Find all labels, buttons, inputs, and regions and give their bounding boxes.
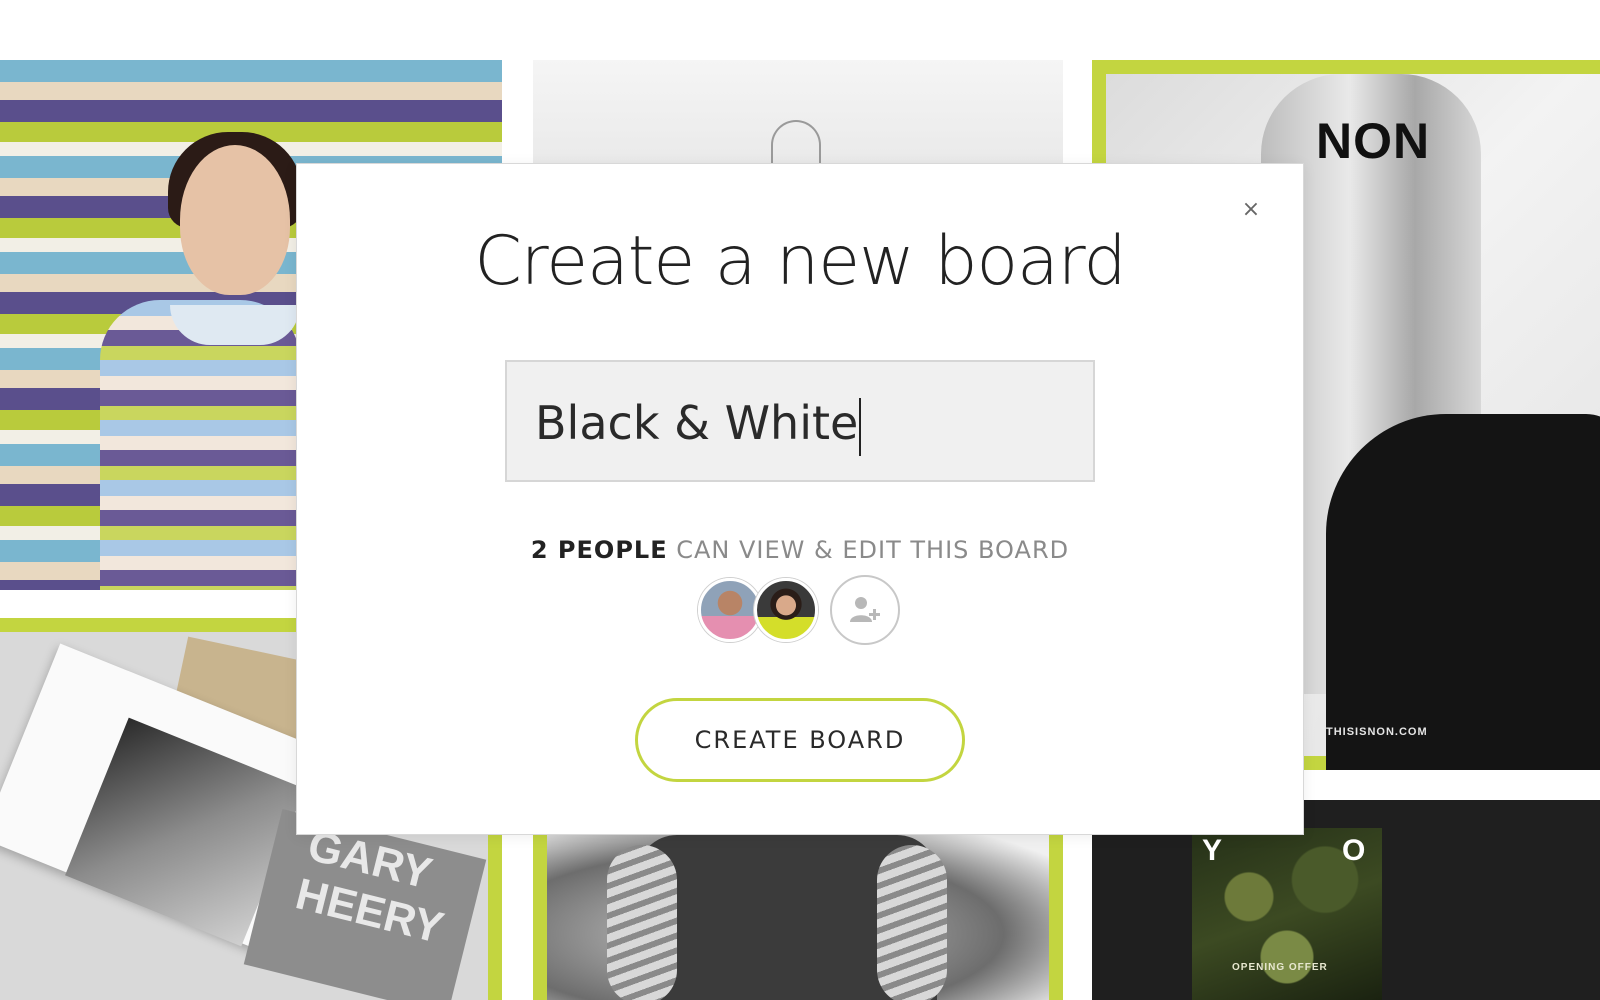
- share-text: CAN VIEW & EDIT THIS BOARD: [676, 536, 1070, 564]
- board-name-input[interactable]: [505, 360, 1095, 482]
- poster-url-text: THISISNON.COM: [1326, 726, 1428, 738]
- add-person-icon: [850, 597, 880, 622]
- add-person-button[interactable]: [830, 575, 900, 645]
- modal-title: Create a new board: [474, 222, 1126, 301]
- tile-figure-head: [180, 145, 290, 295]
- poster-shoulders: [1326, 414, 1600, 770]
- curl-left: [607, 845, 677, 1000]
- share-count: 2 PEOPLE: [530, 536, 668, 564]
- share-summary: 2 PEOPLE CAN VIEW & EDIT THIS BOARD: [297, 536, 1303, 564]
- poster-letter-right: O: [1342, 834, 1366, 867]
- curls-photo: [547, 835, 1049, 1000]
- avatar[interactable]: [754, 578, 818, 642]
- close-icon[interactable]: ×: [1239, 198, 1263, 222]
- create-board-button[interactable]: CREATE BOARD: [635, 698, 965, 782]
- poster-brand-text: NON: [1316, 113, 1431, 169]
- board-tile-curly-hair[interactable]: [533, 835, 1063, 1000]
- avatar[interactable]: [698, 578, 762, 642]
- create-board-modal: × Create a new board Black & White 2 PEO…: [297, 164, 1303, 834]
- tile-figure-collar: [170, 305, 300, 345]
- poster-letter-left: Y: [1202, 834, 1223, 867]
- curl-right: [877, 845, 947, 1000]
- poster-offer-text: OPENING OFFER: [1232, 962, 1328, 973]
- collaborator-list: [698, 574, 900, 646]
